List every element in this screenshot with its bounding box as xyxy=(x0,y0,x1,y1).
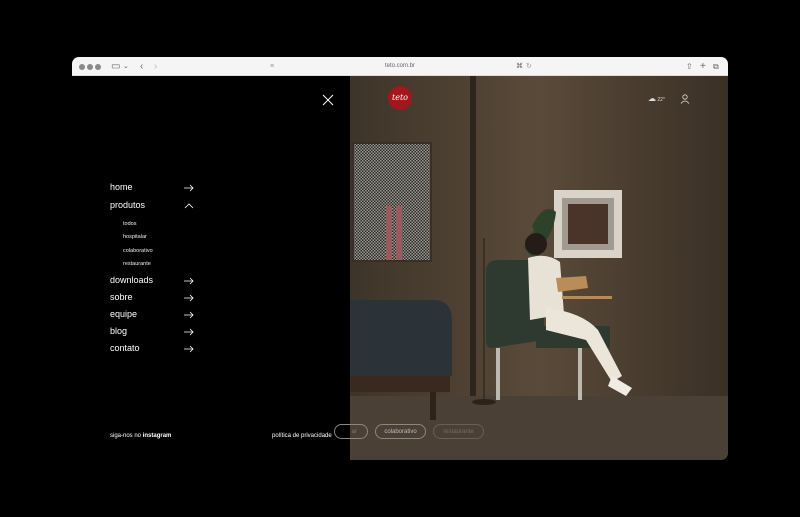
arrow-right-icon[interactable] xyxy=(184,294,194,302)
share-icon[interactable]: ⇧ xyxy=(686,59,693,74)
hero-image xyxy=(350,76,728,460)
menu-item-home[interactable]: home xyxy=(110,182,133,192)
menu-item-blog[interactable]: blog xyxy=(110,326,127,336)
menu-item-contato[interactable]: contato xyxy=(110,343,140,353)
menu-item-equipe[interactable]: equipe xyxy=(110,309,137,319)
submenu-item-hospitalar[interactable]: hospitalar xyxy=(123,234,147,240)
arrow-right-icon[interactable] xyxy=(184,328,194,336)
browser-toolbar: ▭ ⌄ ‹ › ≡ teto.com.br ⌘ ↻ ⇧ + ⧉ xyxy=(72,57,728,76)
submenu-item-restaurante[interactable]: restaurante xyxy=(123,261,151,267)
tabs-overview-icon[interactable]: ⧉ xyxy=(713,59,719,74)
arrow-right-icon[interactable] xyxy=(184,277,194,285)
submenu-item-todos[interactable]: todos xyxy=(123,221,136,227)
user-icon[interactable] xyxy=(680,94,690,104)
arrow-right-icon[interactable] xyxy=(184,345,194,353)
privacy-policy-link[interactable]: política de privacidade xyxy=(272,433,332,439)
filter-chip-colaborativo[interactable]: colaborativo xyxy=(375,424,426,439)
close-menu-icon[interactable] xyxy=(322,94,334,106)
address-bar[interactable]: teto.com.br xyxy=(72,61,728,72)
cloud-icon: ☁ xyxy=(648,94,656,103)
submenu-item-colaborativo[interactable]: colaborativo xyxy=(123,248,153,254)
side-menu: home produtos todos hospitalar colaborat… xyxy=(72,76,350,460)
weather-widget: ☁ 22° xyxy=(648,94,665,103)
page-content: home produtos todos hospitalar colaborat… xyxy=(72,76,728,460)
brand-logo[interactable]: teto xyxy=(388,86,412,110)
temperature: 22° xyxy=(657,97,665,103)
translate-icon[interactable]: ⌘ xyxy=(516,59,523,74)
menu-item-downloads[interactable]: downloads xyxy=(110,275,153,285)
menu-item-sobre[interactable]: sobre xyxy=(110,292,133,302)
filter-chip-restaurante[interactable]: restaurante xyxy=(433,424,484,439)
filter-chip-hospitalar[interactable]: ar xyxy=(334,424,368,439)
reload-icon[interactable]: ↻ xyxy=(526,59,532,74)
instagram-link[interactable]: instagram xyxy=(143,433,172,439)
follow-prefix: siga-nos no xyxy=(110,433,143,439)
browser-window: ▭ ⌄ ‹ › ≡ teto.com.br ⌘ ↻ ⇧ + ⧉ home pro… xyxy=(72,57,728,460)
chevron-up-icon[interactable] xyxy=(184,202,194,210)
arrow-right-icon[interactable] xyxy=(184,311,194,319)
arrow-right-icon[interactable] xyxy=(184,184,194,192)
menu-item-produtos[interactable]: produtos xyxy=(110,200,145,210)
new-tab-icon[interactable]: + xyxy=(700,59,706,74)
instagram-follow: siga-nos no instagram xyxy=(110,433,171,439)
